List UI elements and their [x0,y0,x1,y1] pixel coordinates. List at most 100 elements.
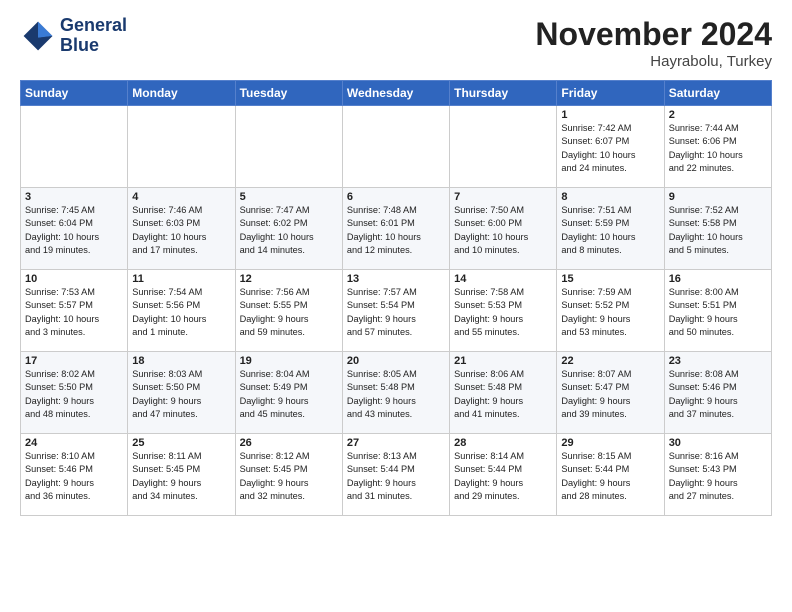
calendar-cell [128,106,235,188]
day-number: 20 [347,355,445,367]
location: Hayrabolu, Turkey [535,53,772,70]
calendar-cell: 17Sunrise: 8:02 AMSunset: 5:50 PMDayligh… [21,352,128,434]
calendar-cell: 9Sunrise: 7:52 AMSunset: 5:58 PMDaylight… [664,188,771,270]
week-row-5: 24Sunrise: 8:10 AMSunset: 5:46 PMDayligh… [21,434,772,516]
day-number: 9 [669,191,767,203]
day-number: 22 [561,355,659,367]
day-info: Sunrise: 7:54 AMSunset: 5:56 PMDaylight:… [132,286,230,339]
day-header-wednesday: Wednesday [342,81,449,106]
calendar-cell: 20Sunrise: 8:05 AMSunset: 5:48 PMDayligh… [342,352,449,434]
week-row-2: 3Sunrise: 7:45 AMSunset: 6:04 PMDaylight… [21,188,772,270]
day-number: 14 [454,273,552,285]
day-number: 2 [669,109,767,121]
calendar-cell: 29Sunrise: 8:15 AMSunset: 5:44 PMDayligh… [557,434,664,516]
week-row-3: 10Sunrise: 7:53 AMSunset: 5:57 PMDayligh… [21,270,772,352]
calendar-cell: 3Sunrise: 7:45 AMSunset: 6:04 PMDaylight… [21,188,128,270]
day-number: 7 [454,191,552,203]
calendar: SundayMondayTuesdayWednesdayThursdayFrid… [20,80,772,516]
calendar-cell [21,106,128,188]
calendar-cell [235,106,342,188]
month-title: November 2024 [535,16,772,53]
day-number: 1 [561,109,659,121]
day-number: 30 [669,437,767,449]
day-number: 6 [347,191,445,203]
calendar-cell: 16Sunrise: 8:00 AMSunset: 5:51 PMDayligh… [664,270,771,352]
calendar-cell: 10Sunrise: 7:53 AMSunset: 5:57 PMDayligh… [21,270,128,352]
day-info: Sunrise: 7:45 AMSunset: 6:04 PMDaylight:… [25,204,123,257]
day-info: Sunrise: 8:11 AMSunset: 5:45 PMDaylight:… [132,450,230,503]
day-info: Sunrise: 7:46 AMSunset: 6:03 PMDaylight:… [132,204,230,257]
day-info: Sunrise: 7:52 AMSunset: 5:58 PMDaylight:… [669,204,767,257]
calendar-cell: 12Sunrise: 7:56 AMSunset: 5:55 PMDayligh… [235,270,342,352]
day-number: 19 [240,355,338,367]
calendar-cell [450,106,557,188]
day-info: Sunrise: 7:51 AMSunset: 5:59 PMDaylight:… [561,204,659,257]
page: General Blue November 2024 Hayrabolu, Tu… [0,0,792,526]
day-number: 17 [25,355,123,367]
calendar-cell: 24Sunrise: 8:10 AMSunset: 5:46 PMDayligh… [21,434,128,516]
day-info: Sunrise: 7:48 AMSunset: 6:01 PMDaylight:… [347,204,445,257]
day-info: Sunrise: 7:57 AMSunset: 5:54 PMDaylight:… [347,286,445,339]
title-block: November 2024 Hayrabolu, Turkey [535,16,772,70]
day-number: 29 [561,437,659,449]
day-info: Sunrise: 7:42 AMSunset: 6:07 PMDaylight:… [561,122,659,175]
calendar-cell: 23Sunrise: 8:08 AMSunset: 5:46 PMDayligh… [664,352,771,434]
day-header-saturday: Saturday [664,81,771,106]
calendar-cell [342,106,449,188]
day-number: 28 [454,437,552,449]
day-number: 21 [454,355,552,367]
day-number: 8 [561,191,659,203]
day-info: Sunrise: 8:08 AMSunset: 5:46 PMDaylight:… [669,368,767,421]
day-info: Sunrise: 8:02 AMSunset: 5:50 PMDaylight:… [25,368,123,421]
day-number: 23 [669,355,767,367]
calendar-cell: 13Sunrise: 7:57 AMSunset: 5:54 PMDayligh… [342,270,449,352]
day-number: 5 [240,191,338,203]
day-info: Sunrise: 7:58 AMSunset: 5:53 PMDaylight:… [454,286,552,339]
day-number: 3 [25,191,123,203]
day-info: Sunrise: 7:56 AMSunset: 5:55 PMDaylight:… [240,286,338,339]
week-row-4: 17Sunrise: 8:02 AMSunset: 5:50 PMDayligh… [21,352,772,434]
day-info: Sunrise: 8:04 AMSunset: 5:49 PMDaylight:… [240,368,338,421]
calendar-cell: 30Sunrise: 8:16 AMSunset: 5:43 PMDayligh… [664,434,771,516]
day-info: Sunrise: 8:14 AMSunset: 5:44 PMDaylight:… [454,450,552,503]
day-number: 12 [240,273,338,285]
day-info: Sunrise: 8:00 AMSunset: 5:51 PMDaylight:… [669,286,767,339]
day-number: 26 [240,437,338,449]
day-number: 27 [347,437,445,449]
day-info: Sunrise: 7:59 AMSunset: 5:52 PMDaylight:… [561,286,659,339]
day-number: 16 [669,273,767,285]
day-number: 15 [561,273,659,285]
calendar-cell: 7Sunrise: 7:50 AMSunset: 6:00 PMDaylight… [450,188,557,270]
calendar-cell: 6Sunrise: 7:48 AMSunset: 6:01 PMDaylight… [342,188,449,270]
logo-line2: Blue [60,36,127,56]
day-number: 18 [132,355,230,367]
day-number: 13 [347,273,445,285]
calendar-header-row: SundayMondayTuesdayWednesdayThursdayFrid… [21,81,772,106]
day-header-sunday: Sunday [21,81,128,106]
logo-icon [20,18,56,54]
calendar-cell: 27Sunrise: 8:13 AMSunset: 5:44 PMDayligh… [342,434,449,516]
day-number: 24 [25,437,123,449]
calendar-cell: 18Sunrise: 8:03 AMSunset: 5:50 PMDayligh… [128,352,235,434]
day-info: Sunrise: 8:10 AMSunset: 5:46 PMDaylight:… [25,450,123,503]
day-header-monday: Monday [128,81,235,106]
calendar-cell: 28Sunrise: 8:14 AMSunset: 5:44 PMDayligh… [450,434,557,516]
day-info: Sunrise: 8:13 AMSunset: 5:44 PMDaylight:… [347,450,445,503]
logo-text: General Blue [60,16,127,56]
calendar-cell: 15Sunrise: 7:59 AMSunset: 5:52 PMDayligh… [557,270,664,352]
calendar-cell: 8Sunrise: 7:51 AMSunset: 5:59 PMDaylight… [557,188,664,270]
day-info: Sunrise: 8:05 AMSunset: 5:48 PMDaylight:… [347,368,445,421]
day-info: Sunrise: 7:44 AMSunset: 6:06 PMDaylight:… [669,122,767,175]
calendar-cell: 14Sunrise: 7:58 AMSunset: 5:53 PMDayligh… [450,270,557,352]
day-number: 25 [132,437,230,449]
calendar-cell: 5Sunrise: 7:47 AMSunset: 6:02 PMDaylight… [235,188,342,270]
header: General Blue November 2024 Hayrabolu, Tu… [20,16,772,70]
day-header-friday: Friday [557,81,664,106]
day-number: 11 [132,273,230,285]
day-info: Sunrise: 7:53 AMSunset: 5:57 PMDaylight:… [25,286,123,339]
day-header-thursday: Thursday [450,81,557,106]
day-info: Sunrise: 8:16 AMSunset: 5:43 PMDaylight:… [669,450,767,503]
logo: General Blue [20,16,127,56]
day-info: Sunrise: 7:47 AMSunset: 6:02 PMDaylight:… [240,204,338,257]
calendar-cell: 2Sunrise: 7:44 AMSunset: 6:06 PMDaylight… [664,106,771,188]
